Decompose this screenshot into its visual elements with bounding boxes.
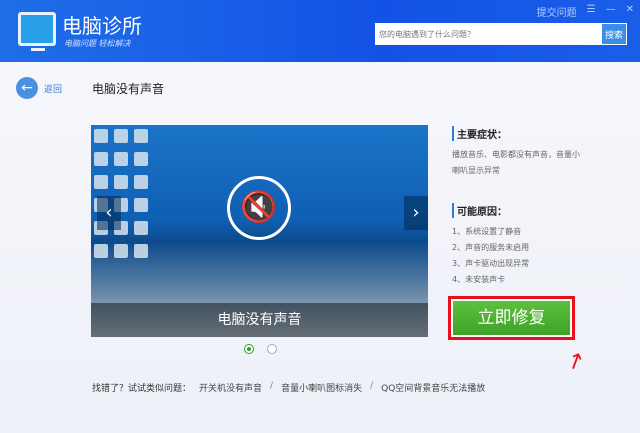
carousel: 🔇 电脑没有声音 ‹ › [91, 125, 428, 337]
mute-speaker-icon: 🔇 [227, 176, 291, 240]
slide-caption: 电脑没有声音 [91, 303, 428, 337]
similar-link[interactable]: 音量小喇叭图标消失 [281, 381, 362, 394]
submit-question-link[interactable]: 提交问题 [537, 4, 577, 19]
info-panel: 主要症状： 播放音乐、电影都没有声音，音量小喇叭显示异常 可能原因： 1、系统设… [452, 126, 582, 288]
menu-icon[interactable]: ☰ [587, 4, 596, 19]
slide-dot-1[interactable] [244, 344, 254, 354]
slide-dot-2[interactable] [267, 344, 277, 354]
separator: / [370, 381, 374, 391]
causes-heading: 可能原因： [452, 203, 582, 218]
similar-label: 找错了？试试类似问题： [92, 384, 192, 394]
header: 电脑诊所 电脑问题 轻松解决 提交问题 ☰ — ✕ 搜索 [0, 0, 640, 62]
search-bar: 搜索 [375, 23, 627, 45]
cause-item: 1、系统设置了静音 [452, 227, 522, 236]
desktop-icons [94, 129, 150, 258]
similar-questions: 找错了？试试类似问题： 开关机没有声音 / 音量小喇叭图标消失 / QQ空间背景… [92, 381, 485, 394]
app-logo-icon [18, 12, 56, 51]
next-slide-button[interactable]: › [404, 196, 428, 230]
separator: / [270, 381, 274, 391]
close-icon[interactable]: ✕ [626, 4, 634, 19]
page-title: 电脑没有声音 [92, 82, 165, 96]
prev-slide-button[interactable]: ‹ [97, 196, 121, 230]
symptoms-text: 播放音乐、电影都没有声音，音量小喇叭显示异常 [452, 150, 580, 175]
app-title: 电脑诊所 [62, 14, 142, 38]
similar-link[interactable]: QQ空间背景音乐无法播放 [381, 381, 485, 394]
minimize-icon[interactable]: — [606, 4, 616, 19]
annotation-arrow-icon: ↑ [562, 347, 589, 378]
back-label: 返回 [44, 84, 63, 95]
search-input[interactable] [375, 23, 601, 45]
arrow-left-icon: ← [16, 77, 38, 99]
fix-now-label: 立即修复 [453, 301, 570, 335]
search-button[interactable]: 搜索 [601, 23, 627, 45]
symptoms-heading: 主要症状： [452, 126, 582, 141]
cause-item: 2、声音的服务未启用 [452, 243, 530, 252]
back-button[interactable]: ← 返回 [16, 77, 62, 99]
fix-now-button[interactable]: 立即修复 [448, 296, 575, 340]
cause-item: 3、声卡驱动出现异常 [452, 259, 530, 268]
cause-item: 4、未安装声卡 [452, 275, 506, 284]
app-subtitle: 电脑问题 轻松解决 [64, 39, 131, 48]
similar-link[interactable]: 开关机没有声音 [199, 381, 262, 394]
